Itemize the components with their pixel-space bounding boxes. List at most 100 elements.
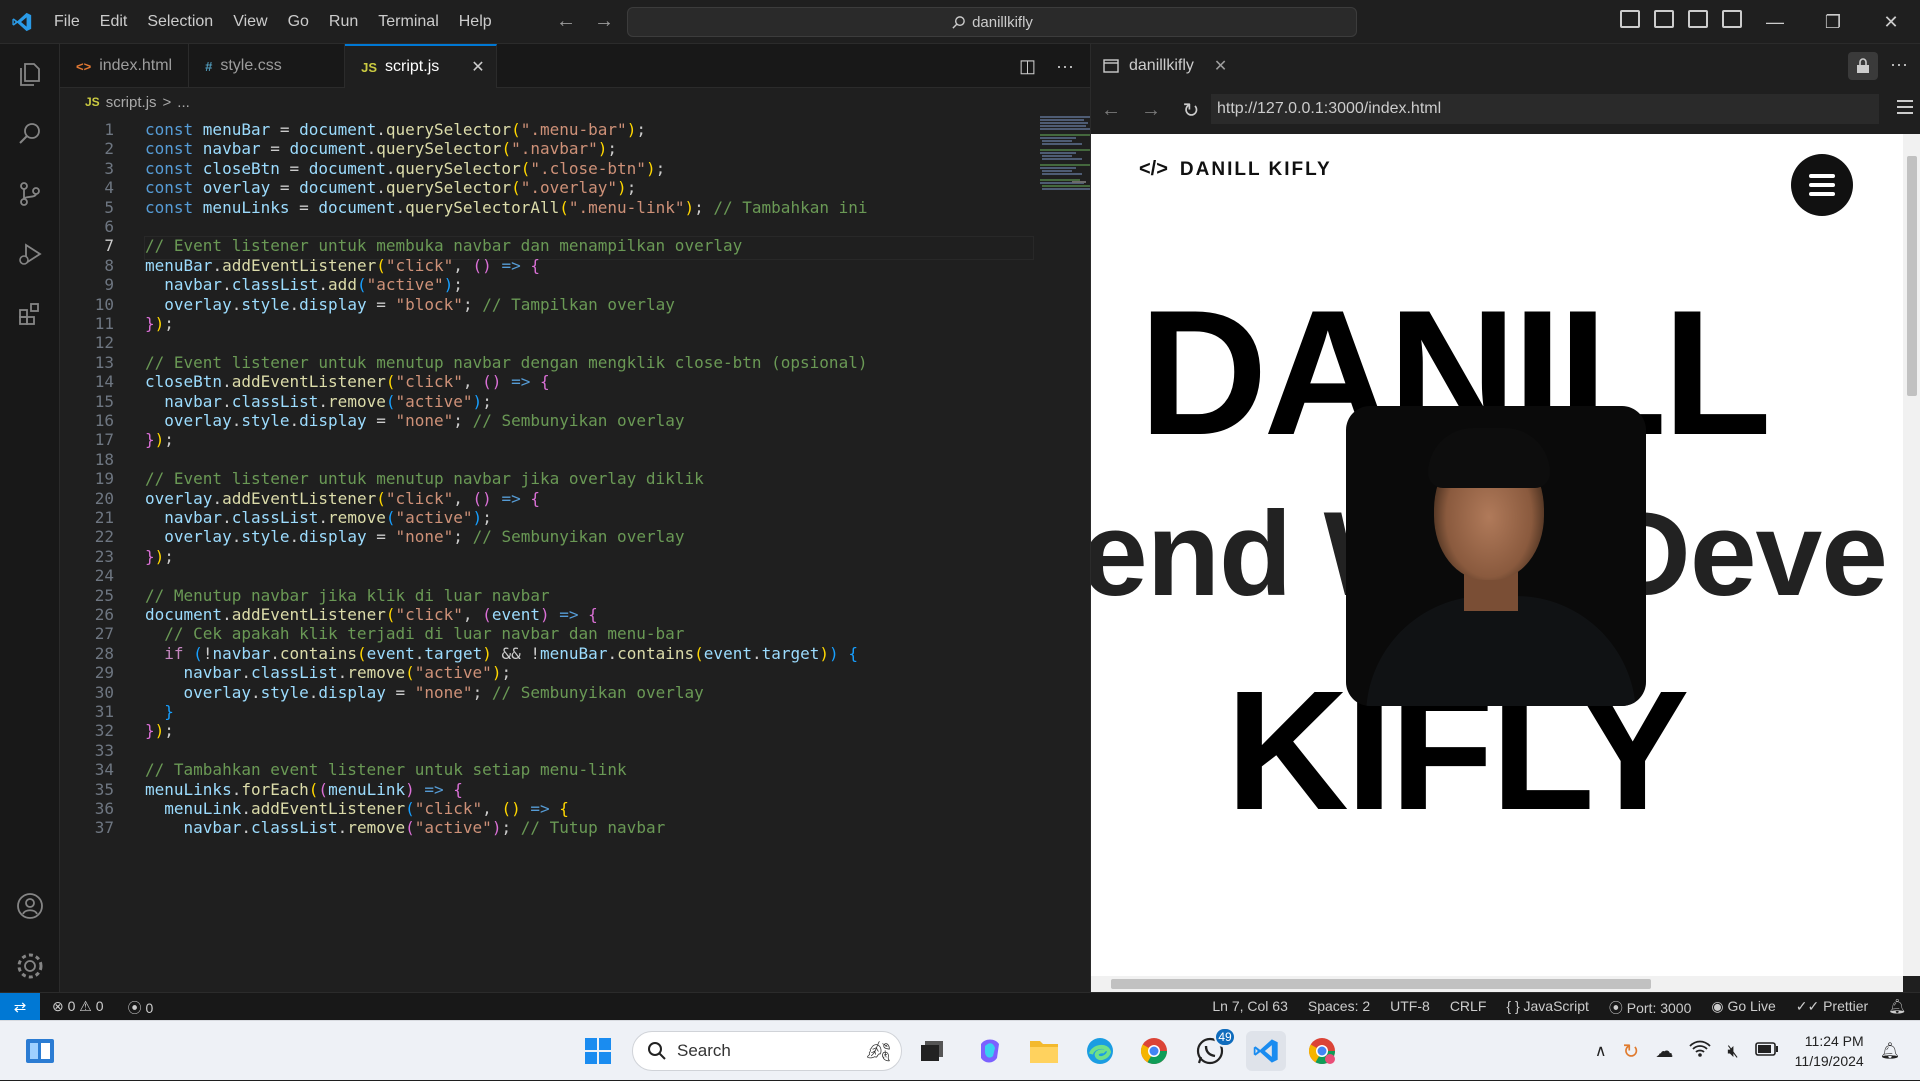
start-button-icon[interactable]: [578, 1031, 618, 1071]
browser-more-icon[interactable]: ···: [1890, 54, 1908, 75]
code-line[interactable]: 20 overlay.addEventListener("click", () =…: [60, 489, 980, 509]
code-line[interactable]: 5 const menuLinks = document.querySelecto…: [60, 198, 980, 218]
code-line[interactable]: 10 overlay.style.display = "block"; // T…: [60, 295, 980, 315]
toggle-panel-icon[interactable]: [1654, 10, 1674, 28]
run-debug-icon[interactable]: [0, 224, 60, 284]
search-sidebar-icon[interactable]: [0, 104, 60, 164]
prettier-status[interactable]: ✓✓ Prettier: [1796, 998, 1868, 1018]
code-line[interactable]: 31 }: [60, 702, 980, 722]
code-line[interactable]: 26 document.addEventListener("click", (ev…: [60, 605, 980, 625]
split-editor-icon[interactable]: ◫: [1019, 56, 1036, 77]
show-hidden-icons-chevron-icon[interactable]: ∧: [1595, 1041, 1607, 1061]
site-brand[interactable]: </> DANILL KIFLY: [1139, 158, 1332, 181]
code-line[interactable]: 6: [60, 217, 980, 237]
chrome-profile-icon[interactable]: [1302, 1031, 1342, 1071]
reload-icon[interactable]: ↻: [1171, 98, 1211, 123]
code-line[interactable]: 32});: [60, 721, 980, 741]
notification-bell-icon[interactable]: 🔔︎: [1880, 1041, 1900, 1061]
cursor-position[interactable]: Ln 7, Col 63: [1212, 998, 1288, 1018]
code-line[interactable]: 12: [60, 333, 980, 353]
whatsapp-icon[interactable]: 49: [1190, 1027, 1236, 1071]
customize-layout-icon[interactable]: [1722, 10, 1742, 28]
volume-muted-icon[interactable]: 🔇︎: [1727, 1041, 1738, 1062]
command-center-search[interactable]: danillkifly: [627, 7, 1357, 37]
task-view-icon[interactable]: [912, 1031, 952, 1071]
code-line[interactable]: 17});: [60, 430, 980, 450]
code-line[interactable]: 29 navbar.classList.remove("active");: [60, 663, 980, 683]
breadcrumb-symbol[interactable]: ...: [177, 94, 190, 111]
forward-arrow-icon[interactable]: →: [594, 10, 614, 33]
language-mode[interactable]: { } JavaScript: [1506, 998, 1589, 1018]
taskbar-clock[interactable]: 11:24 PM 11/19/2024: [1795, 1031, 1864, 1071]
minimize-button[interactable]: —: [1746, 0, 1804, 44]
code-line[interactable]: 7 // Event listener untuk membuka navbar …: [60, 236, 980, 256]
code-line[interactable]: 1 const menuBar = document.querySelector(…: [60, 120, 980, 140]
sync-app-icon[interactable]: ↻: [1623, 1039, 1640, 1064]
code-editor[interactable]: 1 const menuBar = document.querySelector(…: [60, 116, 1090, 992]
toggle-primary-sidebar-icon[interactable]: [1620, 10, 1640, 28]
battery-icon[interactable]: [1754, 1041, 1779, 1061]
menu-terminal[interactable]: Terminal: [368, 13, 448, 31]
menu-selection[interactable]: Selection: [137, 13, 223, 31]
code-line[interactable]: 27 // Cek apakah klik terjadi di luar na…: [60, 624, 980, 644]
code-line[interactable]: 35 menuLinks.forEach((menuLink) => {: [60, 780, 980, 800]
edge-browser-icon[interactable]: [1080, 1031, 1120, 1071]
menu-go[interactable]: Go: [278, 13, 319, 31]
line-endings[interactable]: CRLF: [1450, 998, 1487, 1018]
notifications-bell-icon[interactable]: 🔔︎: [1888, 998, 1906, 1018]
code-line[interactable]: 21 navbar.classList.remove("active");: [60, 508, 980, 528]
hamburger-menu-button[interactable]: [1791, 154, 1853, 216]
wifi-icon[interactable]: [1689, 1040, 1711, 1063]
browser-forward-icon[interactable]: →: [1131, 99, 1171, 122]
code-line[interactable]: 24: [60, 566, 980, 586]
code-line[interactable]: 13 // Event listener untuk menutup navbar…: [60, 353, 980, 373]
browser-menu-icon[interactable]: [1897, 100, 1913, 116]
vscode-taskbar-icon[interactable]: [1246, 1031, 1286, 1071]
code-line[interactable]: 30 overlay.style.display = "none"; // Se…: [60, 683, 980, 703]
code-line[interactable]: 22 overlay.style.display = "none"; // Se…: [60, 527, 980, 547]
close-browser-tab-icon[interactable]: ✕: [1214, 56, 1227, 76]
close-window-button[interactable]: ✕: [1862, 0, 1920, 44]
code-line[interactable]: 19 // Event listener untuk menutup navbar…: [60, 469, 980, 489]
restore-button[interactable]: ❐: [1804, 0, 1862, 44]
chrome-browser-icon[interactable]: [1134, 1031, 1174, 1071]
code-line[interactable]: 15 navbar.classList.remove("active");: [60, 392, 980, 412]
source-control-icon[interactable]: [0, 164, 60, 224]
code-line[interactable]: 8 menuBar.addEventListener("click", () =>…: [60, 256, 980, 276]
code-line[interactable]: 16 overlay.style.display = "none"; // Se…: [60, 411, 980, 431]
more-actions-icon[interactable]: ···: [1056, 56, 1074, 77]
file-explorer-icon[interactable]: [1024, 1031, 1064, 1071]
code-line[interactable]: 23});: [60, 547, 980, 567]
code-line[interactable]: 37 navbar.classList.remove("active"); //…: [60, 818, 980, 838]
widgets-icon[interactable]: [20, 1031, 60, 1071]
lock-group-icon[interactable]: [1848, 52, 1878, 80]
code-line[interactable]: 3 const closeBtn = document.querySelector…: [60, 159, 980, 179]
accounts-icon[interactable]: [0, 876, 60, 936]
menu-help[interactable]: Help: [449, 13, 502, 31]
code-line[interactable]: 34 // Tambahkan event listener untuk seti…: [60, 760, 980, 780]
code-line[interactable]: 4 const overlay = document.querySelector(…: [60, 178, 980, 198]
code-line[interactable]: 33: [60, 741, 980, 761]
browser-back-icon[interactable]: ←: [1091, 99, 1131, 122]
taskbar-search[interactable]: Search 🍂︎: [632, 1031, 902, 1071]
close-tab-icon[interactable]: ✕: [471, 57, 484, 77]
code-line[interactable]: 36 menuLink.addEventListener("click", ()…: [60, 799, 980, 819]
page-horizontal-scrollbar[interactable]: [1091, 976, 1903, 992]
extensions-icon[interactable]: [0, 284, 60, 344]
encoding[interactable]: UTF-8: [1390, 998, 1430, 1018]
manage-gear-icon[interactable]: [0, 936, 60, 996]
page-vertical-scrollbar[interactable]: [1903, 134, 1920, 976]
remote-indicator-icon[interactable]: ⇄: [0, 993, 40, 1021]
tab-script-js[interactable]: JS script.js ✕: [345, 44, 498, 88]
code-line[interactable]: 14 closeBtn.addEventListener("click", () …: [60, 372, 980, 392]
go-live-button[interactable]: ◉ Go Live: [1711, 998, 1775, 1018]
menu-file[interactable]: File: [44, 13, 90, 31]
menu-edit[interactable]: Edit: [90, 13, 138, 31]
indentation[interactable]: Spaces: 2: [1308, 998, 1370, 1018]
code-line[interactable]: 2 const navbar = document.querySelector("…: [60, 139, 980, 159]
cloud-offline-icon[interactable]: ☁: [1655, 1041, 1673, 1062]
code-line[interactable]: 18: [60, 450, 980, 470]
tab-index-html[interactable]: <> index.html: [60, 44, 190, 88]
ports-status[interactable]: ⦿ 0: [128, 998, 154, 1018]
breadcrumb-file[interactable]: script.js: [106, 94, 157, 111]
